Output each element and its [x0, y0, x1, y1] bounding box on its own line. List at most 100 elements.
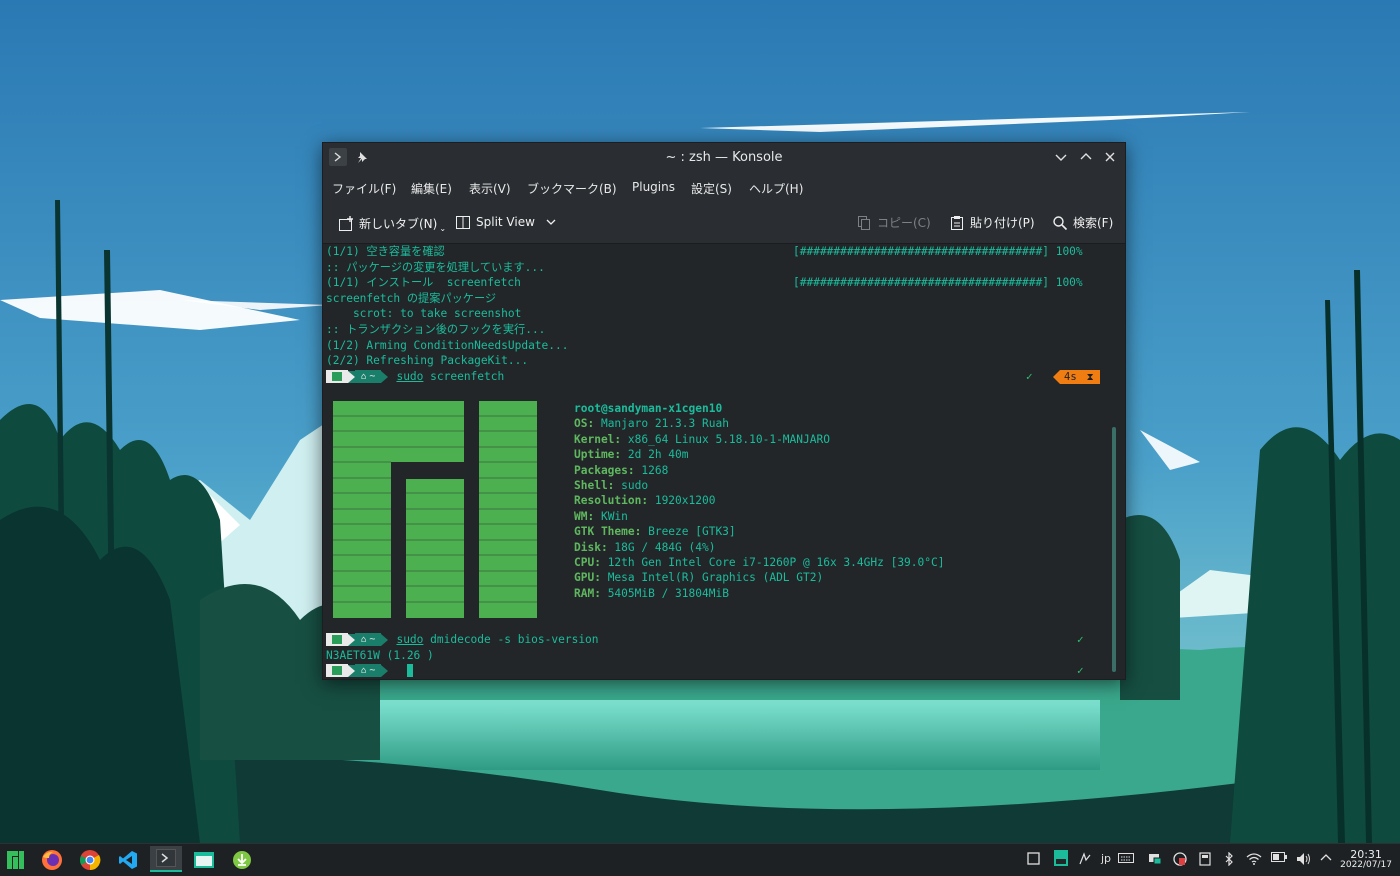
new-tab-icon	[339, 215, 353, 231]
info-row: RAM: 5405MiB / 31804MiB	[574, 586, 729, 600]
chevron-down-icon[interactable]	[546, 217, 556, 227]
info-row: GTK Theme: Breeze [GTK3]	[574, 525, 736, 539]
duration-badge: 4s ⧗	[1053, 370, 1100, 384]
paste-button[interactable]: 貼り付け(P)	[949, 214, 1035, 231]
split-view-icon	[456, 216, 470, 229]
search-button[interactable]: 検索(F)	[1052, 214, 1113, 231]
menu-edit[interactable]: 編集(E)	[411, 180, 452, 197]
prompt-dir: ⌂ ~	[355, 370, 382, 383]
progress-percent: 100%	[1055, 276, 1083, 290]
terminal-line: scrot: to take screenshot	[326, 307, 522, 321]
handwriting-icon[interactable]	[1078, 852, 1092, 866]
storage-icon[interactable]	[1199, 852, 1211, 866]
info-row: GPU: Mesa Intel(R) Graphics (ADL GT2)	[574, 571, 824, 585]
info-row: Disk: 18G / 484G (4%)	[574, 540, 716, 554]
info-row: Packages: 1268	[574, 463, 669, 477]
shell-prompt: ⌂ ~ sudo dmidecode -s bios-version	[326, 633, 599, 646]
bluetooth-icon[interactable]	[1224, 852, 1234, 866]
manjaro-menu-icon[interactable]	[3, 847, 29, 873]
progress-bar-hashes: [####################################]	[793, 276, 1049, 290]
show-desktop-icon[interactable]	[1027, 852, 1040, 865]
duration-text: 4s	[1064, 371, 1077, 383]
success-check-icon: ✓	[1026, 370, 1033, 383]
progress-percent: 100%	[1055, 245, 1083, 258]
terminal-line: (1/2) Arming ConditionNeedsUpdate...	[326, 338, 569, 352]
display-config-icon[interactable]	[1148, 852, 1162, 866]
info-row: OS: Manjaro 21.3.3 Ruah	[574, 417, 729, 431]
konsole-window: ~ : zsh — Konsole ファイル(F) 編集(E) 表示(V) ブッ…	[322, 142, 1126, 680]
menu-help[interactable]: ヘルプ(H)	[749, 180, 803, 197]
menu-bookmarks[interactable]: ブックマーク(B)	[527, 180, 617, 197]
prompt-command: sudo screenfetch	[396, 370, 505, 383]
menu-file[interactable]: ファイル(F)	[332, 180, 396, 197]
progress-bar-text: [####################################] 1…	[793, 275, 1083, 290]
chrome-icon[interactable]	[77, 847, 103, 873]
info-row: Shell: sudo	[574, 479, 649, 492]
info-row: WM: KWin	[574, 509, 628, 523]
window-title: ~ : zsh — Konsole	[665, 150, 783, 165]
split-view-button[interactable]: Split View	[455, 214, 556, 230]
terminal-line: screenfetch の提案パッケージ	[326, 291, 497, 305]
terminal-line: :: パッケージの変更を処理しています...	[326, 260, 545, 274]
shell-prompt: ⌂ ~	[326, 664, 389, 677]
download-icon[interactable]	[229, 847, 255, 873]
minimize-icon[interactable]	[1052, 148, 1070, 166]
menu-view[interactable]: 表示(V)	[469, 180, 511, 197]
home-icon: ⌂	[361, 371, 367, 382]
taskbar: jp 20:31 2022/07/17	[0, 843, 1400, 876]
terminal-line: (1/1) 空き容量を確認	[326, 245, 445, 258]
firefox-icon[interactable]	[39, 847, 65, 873]
manjaro-prompt-icon	[326, 664, 348, 677]
new-tab-button[interactable]: 新しいタブ(N) ⌄	[338, 214, 446, 233]
prompt-dir: ⌂ ~	[355, 633, 382, 646]
terminal-line: (1/1) インストール screenfetch	[326, 276, 521, 290]
success-check-icon: ✓	[1077, 664, 1084, 677]
clock[interactable]: 20:31 2022/07/17	[1340, 849, 1392, 871]
keyboard-layout-indicator[interactable]: jp	[1101, 852, 1111, 865]
wifi-icon[interactable]	[1246, 852, 1262, 865]
file-manager-icon[interactable]	[191, 847, 217, 873]
close-icon[interactable]	[1101, 148, 1119, 166]
volume-icon[interactable]	[1296, 852, 1312, 866]
info-row: CPU: 12th Gen Intel Core i7-1260P @ 16x …	[574, 556, 945, 569]
vscode-icon[interactable]	[115, 847, 141, 873]
split-view-label: Split View	[476, 215, 535, 229]
paste-label: 貼り付け(P)	[970, 216, 1035, 230]
copy-label: コピー(C)	[877, 216, 931, 230]
konsole-task-icon[interactable]	[150, 846, 182, 872]
hourglass-icon: ⧗	[1086, 371, 1094, 383]
chevron-up-icon[interactable]	[1320, 852, 1332, 862]
user-host: root@sandyman-x1cgen10	[574, 402, 723, 415]
terminal-cursor	[407, 664, 413, 677]
terminal-view[interactable]: (1/1) 空き容量を確認 :: パッケージの変更を処理しています... (1/…	[323, 244, 1125, 679]
terminal-scrollbar[interactable]	[1112, 427, 1116, 672]
prompt-dir: ⌂ ~	[355, 664, 382, 677]
new-tab-dropdown-icon[interactable]: ⌄	[439, 224, 446, 233]
menu-bar: ファイル(F) 編集(E) 表示(V) ブックマーク(B) Plugins 設定…	[323, 172, 1125, 202]
success-check-icon: ✓	[1077, 633, 1084, 646]
maximize-icon[interactable]	[1077, 148, 1095, 166]
terminal-line: (2/2) Refreshing PackageKit...	[326, 354, 529, 368]
info-row: Uptime: 2d 2h 40m	[574, 448, 689, 462]
menu-settings[interactable]: 設定(S)	[691, 180, 732, 197]
keyboard-icon[interactable]	[1118, 852, 1134, 864]
home-icon: ⌂	[361, 665, 367, 676]
info-row: Kernel: x86_64 Linux 5.18.10-1-MANJARO	[574, 432, 830, 446]
progress-bar-hashes: [####################################]	[793, 245, 1049, 258]
info-row: Resolution: 1920x1200	[574, 494, 716, 508]
clock-time: 20:31	[1350, 848, 1382, 861]
prompt-command: sudo dmidecode -s bios-version	[396, 633, 599, 646]
terminal-line: :: トランザクション後のフックを実行...	[326, 323, 546, 336]
title-bar[interactable]: ~ : zsh — Konsole	[323, 143, 1125, 172]
manjaro-ascii-logo	[333, 401, 537, 618]
search-label: 検索(F)	[1073, 216, 1114, 230]
update-notifier-icon[interactable]	[1173, 852, 1187, 866]
battery-icon[interactable]	[1271, 852, 1287, 862]
toolbar: 新しいタブ(N) ⌄ Split View コピー(C) 貼り付け(P) 検索(…	[323, 202, 1125, 244]
menu-plugins[interactable]: Plugins	[632, 180, 675, 194]
clock-date: 2022/07/17	[1340, 860, 1392, 870]
copy-button[interactable]: コピー(C)	[856, 214, 931, 231]
search-icon	[1053, 215, 1068, 230]
clipboard-manager-icon[interactable]	[1053, 849, 1069, 867]
progress-bar-text: [####################################] 1…	[793, 244, 1083, 259]
